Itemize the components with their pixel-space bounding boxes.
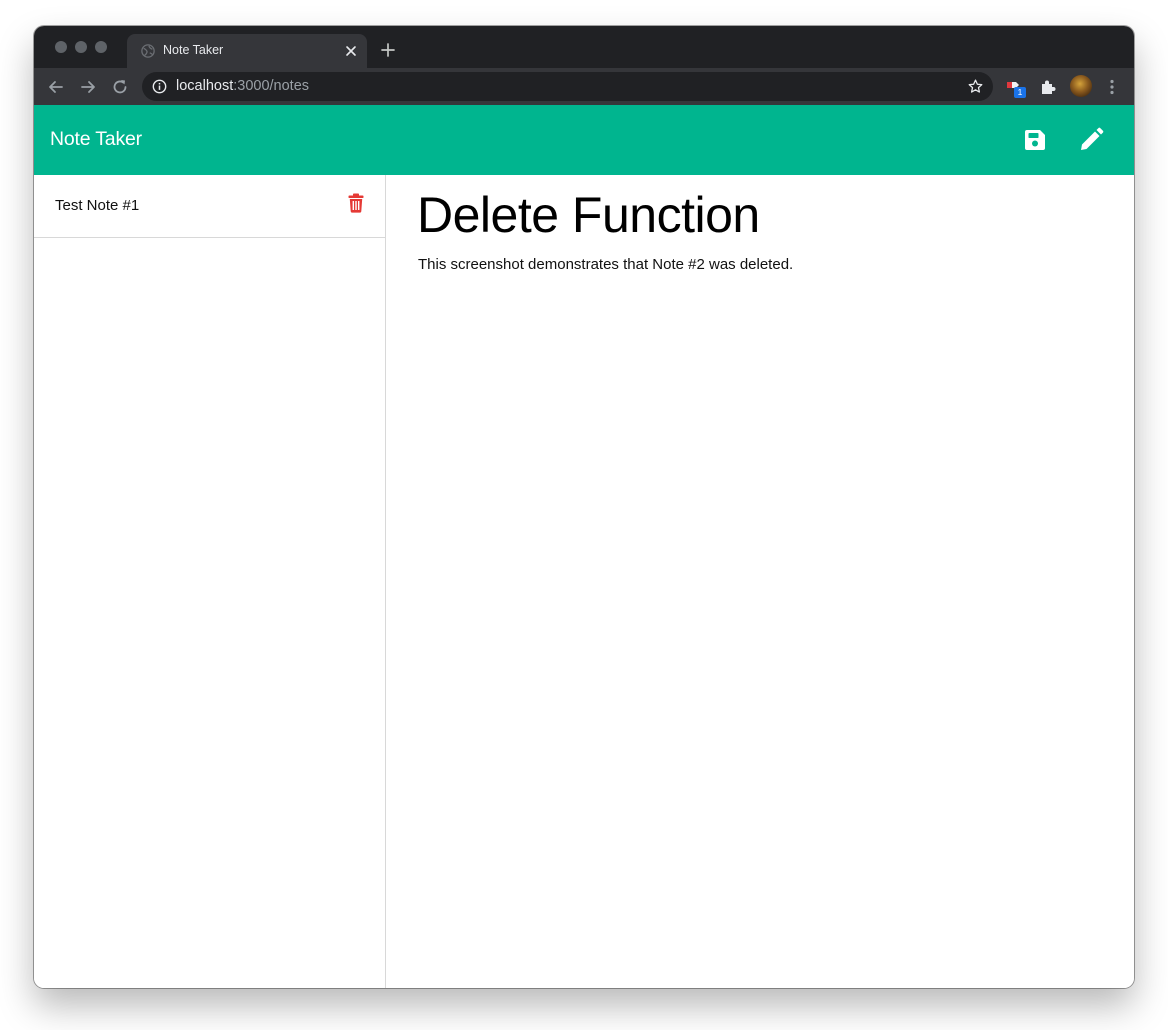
close-tab-icon[interactable]: [343, 43, 359, 59]
profile-avatar[interactable]: [1070, 75, 1092, 97]
trash-icon[interactable]: [348, 193, 364, 213]
url-path: :3000/notes: [233, 78, 310, 94]
bookmark-star-icon[interactable]: [967, 78, 984, 95]
close-window-button[interactable]: [55, 41, 67, 53]
puzzle-icon: [1042, 80, 1056, 94]
extension-badge-count: 1: [1014, 87, 1026, 98]
extension-button[interactable]: 1: [1004, 76, 1026, 98]
note-title-field[interactable]: Delete Function: [417, 186, 760, 244]
browser-window: Note Taker localhost:3000/notes 1 Note T…: [34, 26, 1134, 988]
browser-tab[interactable]: Note Taker: [127, 34, 367, 68]
tab-strip: Note Taker: [34, 26, 1134, 68]
more-menu-icon[interactable]: [1102, 77, 1122, 97]
app-title[interactable]: Note Taker: [50, 128, 142, 151]
new-tab-icon[interactable]: [380, 42, 396, 58]
extensions-menu-button[interactable]: [1037, 76, 1059, 98]
forward-arrow-icon[interactable]: [78, 77, 98, 97]
list-item[interactable]: Test Note #1: [34, 175, 385, 238]
info-icon[interactable]: [152, 79, 167, 94]
app-navbar: Note Taker: [34, 105, 1134, 175]
minimize-window-button[interactable]: [75, 41, 87, 53]
save-icon[interactable]: [1021, 126, 1049, 154]
url-text: localhost:3000/notes: [176, 78, 309, 94]
back-arrow-icon[interactable]: [46, 77, 66, 97]
maximize-window-button[interactable]: [95, 41, 107, 53]
note-list-title[interactable]: Test Note #1: [55, 197, 139, 214]
note-editor: Delete Function This screenshot demonstr…: [386, 175, 1134, 988]
pencil-icon[interactable]: [1077, 126, 1105, 154]
tab-title: Note Taker: [163, 43, 224, 57]
browser-toolbar: localhost:3000/notes 1: [34, 68, 1134, 105]
url-host: localhost: [176, 78, 234, 94]
reload-icon[interactable]: [110, 77, 130, 97]
note-text-field[interactable]: This screenshot demonstrates that Note #…: [418, 256, 793, 273]
globe-icon: [141, 44, 155, 58]
address-bar[interactable]: localhost:3000/notes: [142, 72, 993, 101]
notes-sidebar: Test Note #1: [34, 175, 386, 988]
